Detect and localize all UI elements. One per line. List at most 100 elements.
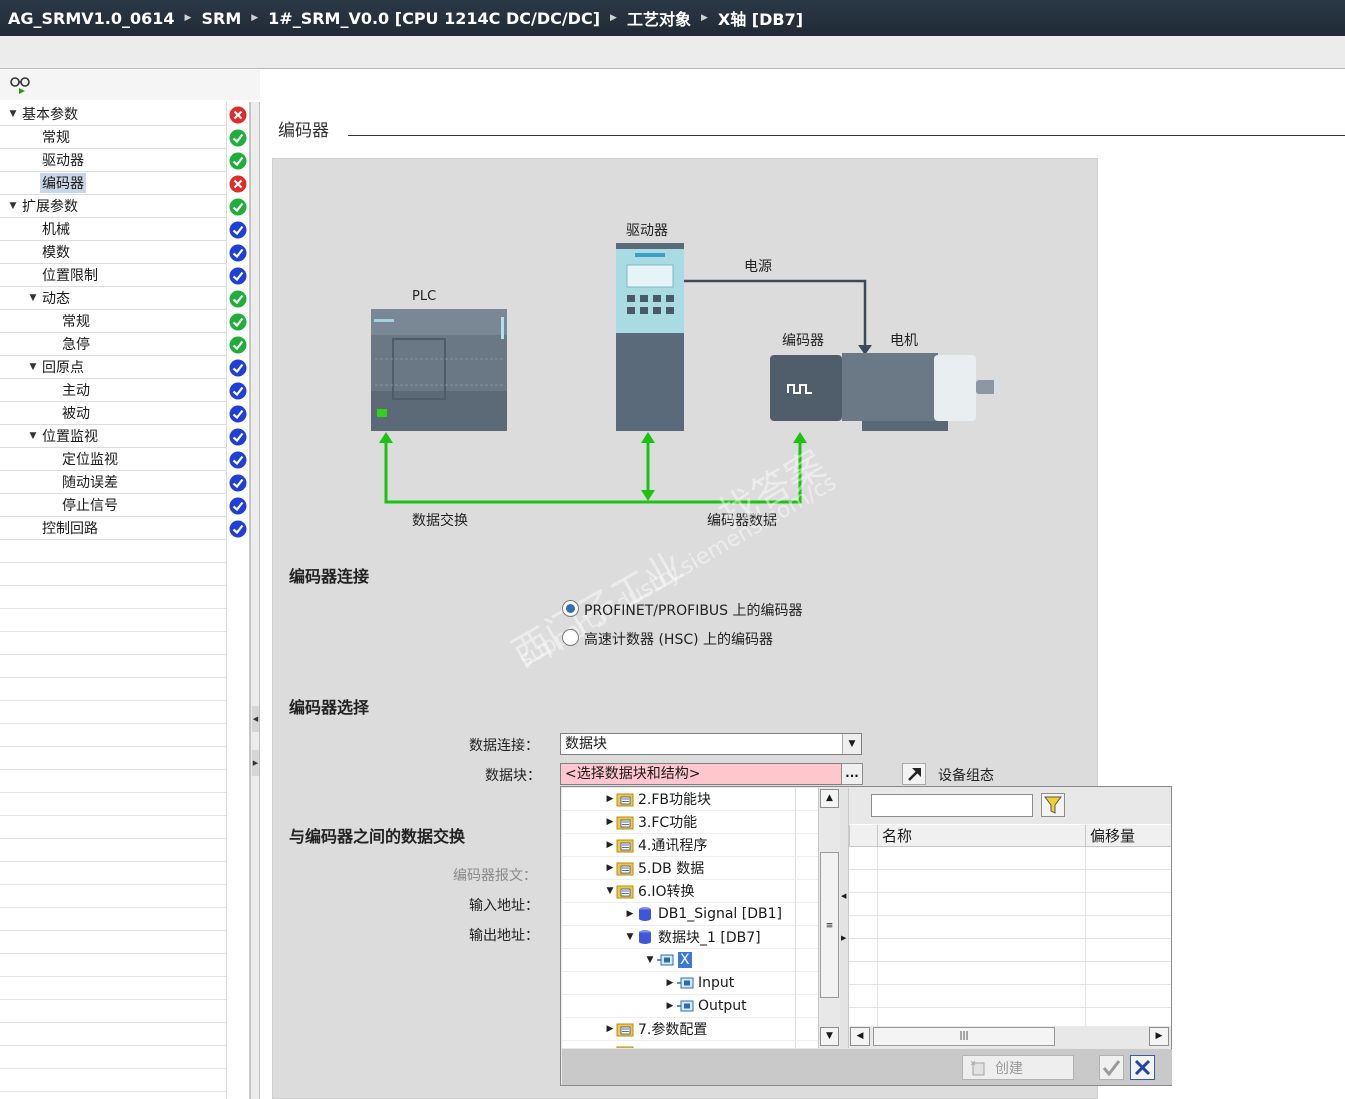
sidebar-item[interactable]: 模数 xyxy=(0,241,226,264)
sidebar-item[interactable]: 急停 xyxy=(0,333,226,356)
chevron-right-icon[interactable]: ▶ xyxy=(604,1024,616,1034)
member-grid-row[interactable] xyxy=(849,870,1171,893)
radio-hsc-label[interactable]: 高速计数器 (HSC) 上的编码器 xyxy=(584,629,773,649)
breadcrumb-axis[interactable]: X轴 [DB7] xyxy=(718,6,803,30)
member-grid-row[interactable] xyxy=(849,962,1171,985)
member-grid-row[interactable] xyxy=(849,939,1171,962)
sidebar-item[interactable]: 随动误差 xyxy=(0,471,226,494)
confirm-button[interactable] xyxy=(1099,1055,1124,1080)
filter-button[interactable] xyxy=(1041,793,1065,817)
sidebar-item[interactable]: 主动 xyxy=(0,379,226,402)
chevron-down-icon[interactable]: ▼ xyxy=(26,362,40,372)
scroll-down-icon[interactable]: ▼ xyxy=(820,1027,839,1046)
sidebar-item-label: 定位监视 xyxy=(62,452,118,468)
chevron-down-icon[interactable]: ▼ xyxy=(624,932,636,942)
chevron-down-icon[interactable]: ▼ xyxy=(842,734,861,754)
browse-dots-button[interactable]: ... xyxy=(841,763,863,785)
radio-hsc-encoder[interactable] xyxy=(562,629,579,646)
tree-item[interactable]: ▼ X xyxy=(562,949,818,972)
sidebar-item[interactable]: 编码器 xyxy=(0,172,226,195)
column-name-header[interactable]: 名称 xyxy=(877,825,1085,847)
sidebar-item[interactable]: 被动 xyxy=(0,402,226,425)
member-grid-row[interactable] xyxy=(849,847,1171,870)
radio-profinet-encoder[interactable] xyxy=(562,600,579,617)
ok-status-icon xyxy=(228,195,248,218)
scroll-left-icon[interactable]: ◀ xyxy=(850,1027,870,1046)
sidebar-item[interactable]: 定位监视 xyxy=(0,448,226,471)
sidebar-item[interactable]: 位置限制 xyxy=(0,264,226,287)
sidebar-item[interactable]: ▼ 位置监视 xyxy=(0,425,226,448)
sidebar-item[interactable]: 控制回路 xyxy=(0,517,226,540)
scroll-thumb[interactable]: ≡ xyxy=(820,852,839,998)
sidebar-item[interactable]: ▼ 基本参数 xyxy=(0,103,226,126)
chevron-right-icon[interactable]: ▶ xyxy=(664,1001,676,1011)
sidebar-item[interactable]: 常规 xyxy=(0,310,226,333)
tree-item[interactable]: ▶ 4.通讯程序 xyxy=(562,834,818,857)
device-config-link[interactable]: 设备组态 xyxy=(938,765,994,785)
chevron-right-icon[interactable]: ▶ xyxy=(604,817,616,827)
tree-item[interactable]: ▶ 5.DB 数据 xyxy=(562,857,818,880)
chevron-right-icon[interactable]: ▶ xyxy=(604,840,616,850)
vertical-splitter[interactable]: ◀ ▶ xyxy=(250,102,260,1099)
nav-empty-row xyxy=(0,954,226,977)
plc-label: PLC xyxy=(412,289,436,304)
tree-vertical-scrollbar[interactable]: ▲ ≡ ▼ xyxy=(818,788,840,1048)
chevron-right-icon[interactable]: ▶ xyxy=(604,794,616,804)
nav-empty-row xyxy=(0,862,226,885)
scroll-up-icon[interactable]: ▲ xyxy=(820,789,839,808)
chevron-down-icon[interactable]: ▼ xyxy=(26,431,40,441)
tree-item-label: DB1_Signal [DB1] xyxy=(658,906,782,922)
sidebar-item[interactable]: ▼ 动态 xyxy=(0,287,226,310)
chevron-down-icon[interactable]: ▼ xyxy=(6,109,20,119)
motor-label: 电机 xyxy=(890,333,918,349)
popup-splitter[interactable]: ◀ ▶ xyxy=(840,788,849,1048)
chevron-down-icon[interactable]: ▼ xyxy=(644,955,656,965)
sidebar-item-label: 动态 xyxy=(42,291,70,307)
sidebar-item[interactable]: ▼ 回原点 xyxy=(0,356,226,379)
radio-profinet-label[interactable]: PROFINET/PROFIBUS 上的编码器 xyxy=(584,600,803,620)
member-grid-row[interactable] xyxy=(849,916,1171,939)
chevron-right-icon[interactable]: ▶ xyxy=(604,863,616,873)
tree-item[interactable]: ▶ 3.FC功能 xyxy=(562,811,818,834)
expand-right-icon[interactable]: ▶ xyxy=(252,750,259,776)
tree-item[interactable]: ▶ 2.FB功能块 xyxy=(562,788,818,811)
tree-item[interactable]: ▶ Output xyxy=(562,995,818,1018)
column-offset-header[interactable]: 偏移量 xyxy=(1085,825,1171,847)
sidebar-item[interactable]: 机械 xyxy=(0,218,226,241)
breadcrumb-cpu[interactable]: 1#_SRM_V0.0 [CPU 1214C DC/DC/DC] xyxy=(268,9,600,28)
member-grid-row[interactable] xyxy=(849,985,1171,1008)
tree-item[interactable]: ▶ 7.参数配置 xyxy=(562,1018,818,1041)
tree-item[interactable]: ▼ 6.IO转换 xyxy=(562,880,818,903)
create-button[interactable]: 创建 xyxy=(962,1055,1074,1080)
grid-horizontal-scrollbar[interactable]: ◀ ||| ▶ xyxy=(849,1026,1171,1048)
sidebar-item[interactable]: ▼ 扩展参数 xyxy=(0,195,226,218)
glasses-icon[interactable] xyxy=(8,75,32,95)
chevron-down-icon[interactable]: ▼ xyxy=(604,886,616,896)
collapse-left-icon[interactable]: ◀ xyxy=(252,706,259,732)
collapse-left-icon[interactable]: ◀ xyxy=(841,892,846,900)
chevron-down-icon[interactable]: ▼ xyxy=(6,201,20,211)
breadcrumb-station[interactable]: SRM xyxy=(201,9,241,28)
breadcrumb-technology-objects[interactable]: 工艺对象 xyxy=(627,6,691,30)
chevron-right-icon[interactable]: ▶ xyxy=(624,909,636,919)
filter-input[interactable] xyxy=(871,794,1033,817)
scroll-right-icon[interactable]: ▶ xyxy=(1149,1027,1169,1046)
data-connection-select[interactable]: 数据块 ▼ xyxy=(560,733,862,755)
tree-item[interactable]: ▶ Input xyxy=(562,972,818,995)
expand-right-icon[interactable]: ▶ xyxy=(841,934,846,942)
tree-item[interactable]: ▼ 数据块_1 [DB7] xyxy=(562,926,818,949)
cancel-button[interactable] xyxy=(1130,1055,1155,1080)
nav-empty-row xyxy=(0,908,226,931)
member-grid-row[interactable] xyxy=(849,893,1171,916)
chevron-down-icon[interactable]: ▼ xyxy=(26,293,40,303)
hscroll-thumb[interactable]: ||| xyxy=(873,1027,1055,1046)
folder-icon xyxy=(616,791,634,807)
tree-item[interactable]: ▶ DB1_Signal [DB1] xyxy=(562,903,818,926)
data-block-field[interactable]: <选择数据块和结构> xyxy=(560,763,843,785)
sidebar-item[interactable]: 驱动器 xyxy=(0,149,226,172)
goto-device-config-button[interactable] xyxy=(902,763,926,785)
breadcrumb-project[interactable]: AG_SRMV1.0_0614 xyxy=(8,9,175,28)
sidebar-item[interactable]: 常规 xyxy=(0,126,226,149)
sidebar-item[interactable]: 停止信号 xyxy=(0,494,226,517)
chevron-right-icon[interactable]: ▶ xyxy=(664,978,676,988)
